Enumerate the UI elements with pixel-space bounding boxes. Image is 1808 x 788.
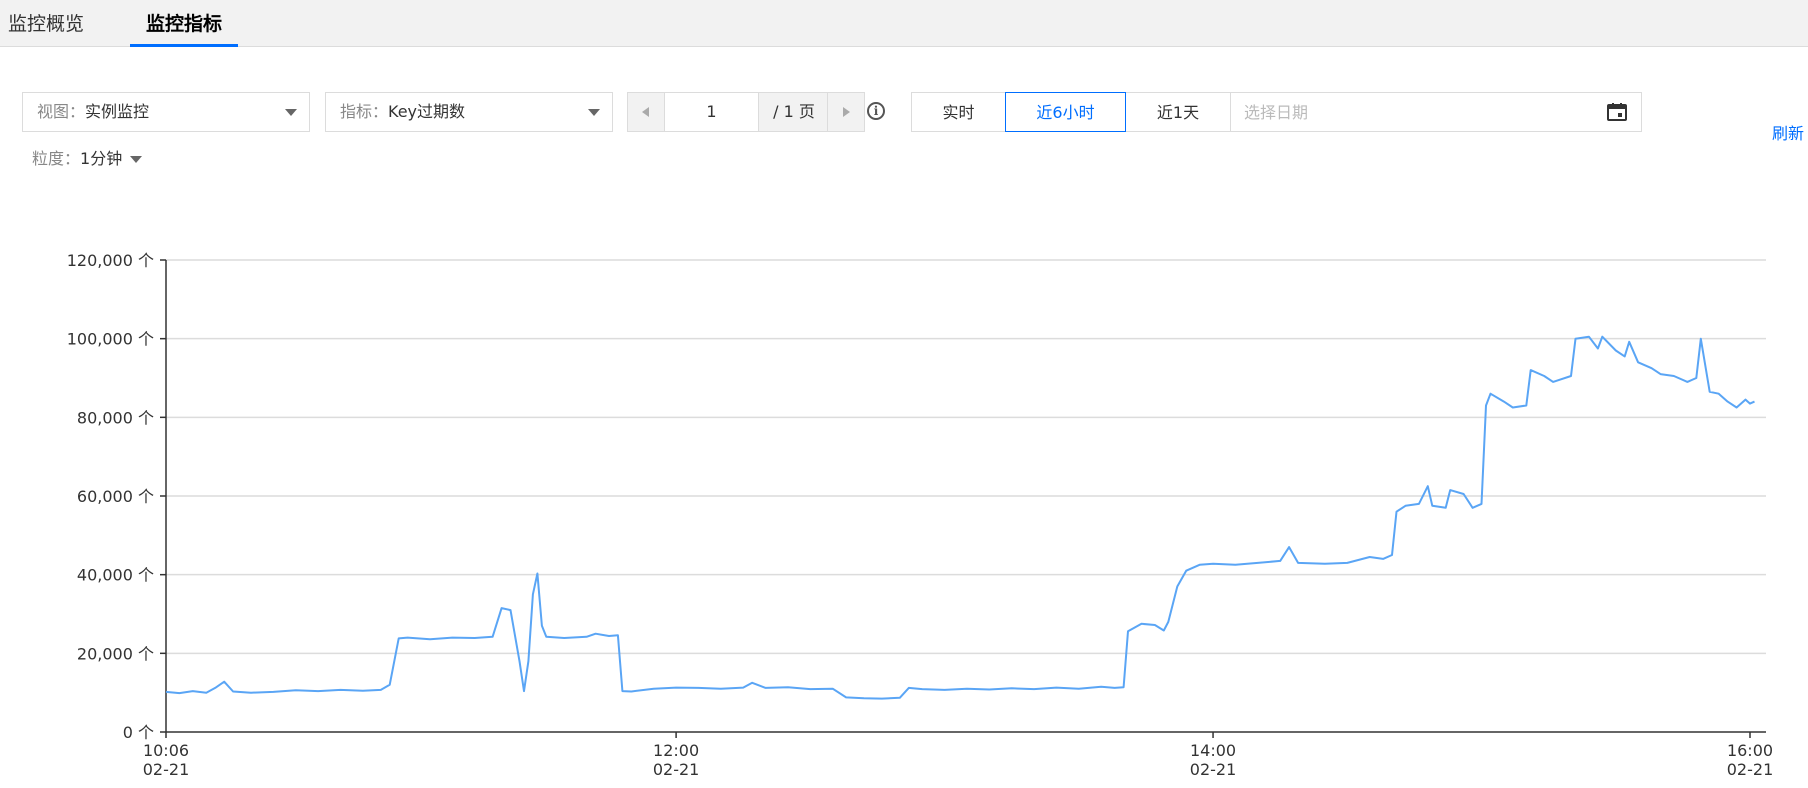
refresh-link[interactable]: 刷新	[1772, 120, 1804, 144]
view-select-label: 视图：	[37, 102, 86, 121]
metric-select[interactable]: 指标：Key过期数	[325, 92, 613, 132]
y-tick-label: 60,000 个	[77, 487, 154, 506]
y-tick-label: 80,000 个	[77, 408, 154, 427]
time-realtime-button[interactable]: 实时	[912, 93, 1006, 131]
y-tick-label: 0 个	[123, 723, 154, 742]
y-tick-label: 120,000 个	[67, 251, 154, 270]
x-tick-date-label: 02-21	[1190, 760, 1237, 779]
y-tick-label: 40,000 个	[77, 566, 154, 585]
granularity-value: 1分钟	[80, 149, 123, 168]
time-range-group: 实时 近6小时 近1天 选择日期	[911, 92, 1642, 132]
x-tick-label: 12:00	[653, 741, 699, 760]
arrow-left-icon	[642, 107, 649, 117]
tab-monitor-metrics[interactable]: 监控指标	[130, 0, 239, 47]
x-tick-date-label: 02-21	[143, 760, 190, 779]
tab-monitor-overview[interactable]: 监控概览	[8, 0, 84, 46]
pagination: 1 / 1 页	[627, 92, 865, 132]
calendar-icon[interactable]	[1607, 103, 1627, 121]
next-page-button[interactable]	[827, 93, 864, 131]
granularity-label: 粒度：	[32, 149, 81, 168]
x-tick-date-label: 02-21	[1727, 760, 1774, 779]
metric-line-chart: 0 个 20,000 个 40,000 个 60,000 个 80,000 个 100,0…	[67, 251, 1774, 779]
info-icon[interactable]: i	[867, 102, 885, 120]
granularity-select[interactable]: 粒度：1分钟	[32, 145, 143, 169]
time-1d-button[interactable]: 近1天	[1126, 93, 1231, 131]
chevron-down-icon	[130, 156, 143, 163]
prev-page-button[interactable]	[628, 93, 665, 131]
view-select[interactable]: 视图：实例监控	[22, 92, 310, 132]
y-tick-label: 100,000 个	[67, 330, 154, 349]
x-tick-label: 16:00	[1727, 741, 1773, 760]
page-total: / 1 页	[758, 93, 829, 131]
metric-select-value: Key过期数	[388, 102, 466, 121]
x-tick-label: 14:00	[1190, 741, 1236, 760]
series-line	[165, 335, 1755, 700]
chevron-down-icon	[588, 109, 600, 116]
metric-select-label: 指标：	[340, 102, 389, 121]
y-tick-label: 20,000 个	[77, 644, 154, 663]
date-picker-input[interactable]: 选择日期	[1230, 93, 1604, 131]
tab-bar: 监控概览 监控指标	[0, 0, 1808, 47]
x-tick-date-label: 02-21	[653, 760, 700, 779]
view-select-value: 实例监控	[85, 102, 150, 121]
page-number-input[interactable]: 1	[665, 93, 758, 131]
time-6h-button[interactable]: 近6小时	[1005, 92, 1126, 132]
chevron-down-icon	[285, 109, 297, 116]
arrow-right-icon	[843, 107, 850, 117]
x-tick-label: 10:06	[143, 741, 189, 760]
